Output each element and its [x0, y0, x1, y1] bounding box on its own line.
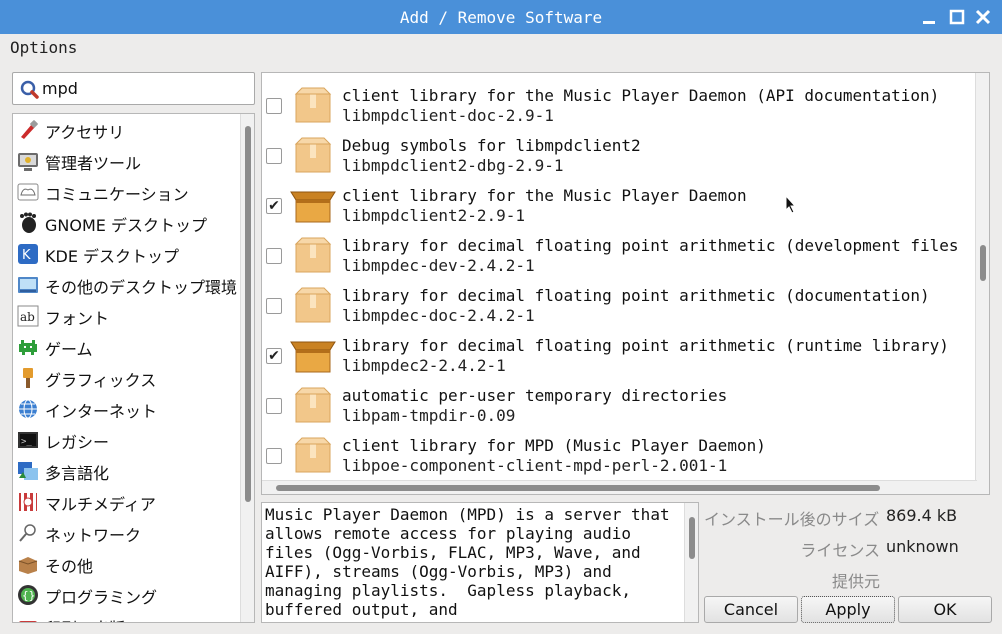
publishing-icon: [17, 615, 39, 622]
package-row[interactable]: ✔ client library for the Music Player Da…: [262, 177, 977, 227]
category-list: アクセサリ 管理者ツール コミュニケーション GNOME デスクトップ K KD…: [12, 113, 255, 623]
category-item-other-desktops[interactable]: その他のデスクトップ環境: [13, 270, 241, 301]
description-panel: Music Player Daemon (MPD) is a server th…: [261, 502, 699, 623]
category-item-accessories[interactable]: アクセサリ: [13, 115, 241, 146]
category-item-communication[interactable]: コミュニケーション: [13, 177, 241, 208]
package-checkbox[interactable]: [266, 298, 282, 314]
category-item-network[interactable]: ネットワーク: [13, 518, 241, 549]
window-title: Add / Remove Software: [399, 8, 603, 27]
package-list: client library for the Music Player Daem…: [261, 72, 990, 495]
category-item-internet[interactable]: インターネット: [13, 394, 241, 425]
package-description: Music Player Daemon (MPD) is a server th…: [265, 505, 680, 619]
search-box: [12, 72, 255, 105]
other-icon: [17, 553, 39, 575]
package-row[interactable]: library for decimal floating point arith…: [262, 277, 977, 327]
package-icon: [294, 137, 332, 173]
package-icon: [294, 437, 332, 473]
admin-tools-icon: [17, 150, 39, 172]
graphics-icon: [17, 367, 39, 389]
category-item-other[interactable]: その他: [13, 549, 241, 580]
package-icon: [294, 387, 332, 423]
category-item-games[interactable]: ゲーム: [13, 332, 241, 363]
category-item-admin-tools[interactable]: 管理者ツール: [13, 146, 241, 177]
category-item-graphics[interactable]: グラフィックス: [13, 363, 241, 394]
localization-icon: [17, 460, 39, 482]
svg-text:>_: >_: [21, 437, 32, 447]
menu-bar: Options: [0, 34, 1002, 62]
legacy-icon: >_: [17, 429, 39, 451]
cancel-button[interactable]: Cancel: [704, 596, 798, 623]
internet-icon: [17, 398, 39, 420]
package-row[interactable]: client library for MPD (Music Player Dae…: [262, 427, 977, 477]
installed-size-label: インストール後のサイズ: [704, 510, 880, 529]
package-icon: [294, 287, 332, 323]
network-icon: [17, 522, 39, 544]
maximize-icon[interactable]: [947, 7, 967, 27]
game-icon: [17, 336, 39, 358]
accessories-icon: [17, 119, 39, 141]
package-checkbox[interactable]: ✔: [266, 198, 282, 214]
mouse-cursor-icon: [785, 195, 797, 214]
package-icon: [294, 87, 332, 123]
package-row[interactable]: library for decimal floating point arith…: [262, 227, 977, 277]
search-icon[interactable]: [19, 79, 39, 99]
kde-icon: K: [17, 243, 39, 265]
desktop-icon: [17, 274, 39, 296]
apply-button[interactable]: Apply: [801, 596, 895, 623]
package-hscrollbar-thumb[interactable]: [276, 485, 880, 491]
package-scrollbar-thumb[interactable]: [980, 245, 986, 281]
package-row[interactable]: automatic per-user temporary directories…: [262, 377, 977, 427]
package-hscrollbar[interactable]: [262, 480, 977, 494]
package-icon: [290, 341, 336, 373]
category-item-programming[interactable]: {} プログラミング: [13, 580, 241, 611]
category-item-multimedia[interactable]: マルチメディア: [13, 487, 241, 518]
close-icon[interactable]: [973, 7, 993, 27]
search-input[interactable]: [42, 76, 247, 101]
category-item-publishing[interactable]: 印刷・出版: [13, 611, 241, 622]
svg-text:{}: {}: [22, 589, 35, 602]
package-checkbox[interactable]: [266, 148, 282, 164]
category-scrollbar-thumb[interactable]: [245, 126, 251, 502]
svg-text:K: K: [22, 248, 31, 263]
svg-text:ab: ab: [20, 310, 35, 324]
license-value: unknown: [886, 537, 959, 556]
description-scrollbar[interactable]: [684, 503, 698, 622]
minimize-icon[interactable]: [919, 7, 939, 27]
package-row[interactable]: ✔ library for decimal floating point ari…: [262, 327, 977, 377]
package-checkbox[interactable]: [266, 448, 282, 464]
programming-icon: {}: [17, 584, 39, 606]
category-item-gnome[interactable]: GNOME デスクトップ: [13, 208, 241, 239]
package-scrollbar[interactable]: [975, 73, 989, 494]
category-item-fonts[interactable]: ab フォント: [13, 301, 241, 332]
package-icon: [294, 237, 332, 273]
license-label: ライセンス: [800, 541, 880, 560]
gnome-icon: [17, 212, 39, 234]
package-checkbox[interactable]: [266, 398, 282, 414]
category-item-kde[interactable]: K KDE デスクトップ: [13, 239, 241, 270]
category-scrollbar[interactable]: [240, 114, 254, 622]
package-checkbox[interactable]: ✔: [266, 348, 282, 364]
category-item-localization[interactable]: 多言語化: [13, 456, 241, 487]
provider-label: 提供元: [831, 572, 880, 591]
ok-button[interactable]: OK: [898, 596, 992, 623]
menu-options[interactable]: Options: [10, 38, 77, 57]
communication-icon: [17, 181, 39, 203]
package-icon: [290, 191, 336, 223]
multimedia-icon: [17, 491, 39, 513]
font-icon: ab: [17, 305, 39, 327]
title-bar: Add / Remove Software: [0, 0, 1002, 34]
package-checkbox[interactable]: [266, 98, 282, 114]
package-row[interactable]: client library for the Music Player Daem…: [262, 77, 977, 127]
category-item-legacy[interactable]: >_ レガシー: [13, 425, 241, 456]
installed-size-value: 869.4 kB: [886, 506, 958, 525]
package-checkbox[interactable]: [266, 248, 282, 264]
package-row[interactable]: Debug symbols for libmpdclient2 libmpdcl…: [262, 127, 977, 177]
description-scrollbar-thumb[interactable]: [689, 517, 695, 559]
